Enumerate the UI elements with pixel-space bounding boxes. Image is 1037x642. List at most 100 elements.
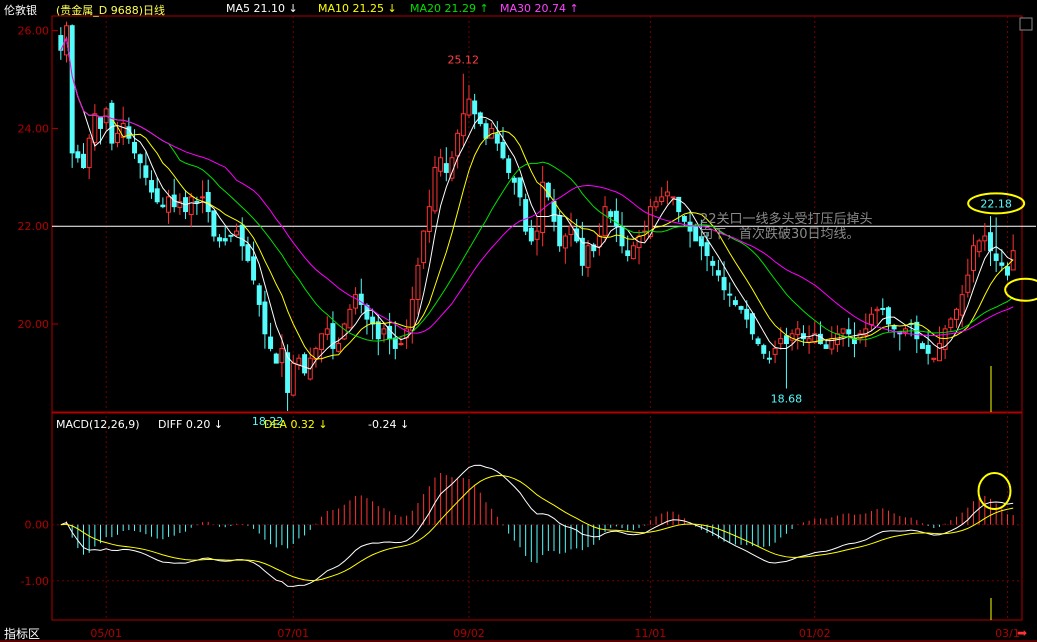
candle-body [506, 158, 512, 173]
candle-body [228, 234, 234, 237]
candle-body [69, 25, 75, 154]
indicator-area-label[interactable]: 指标区 [4, 625, 40, 642]
macd-value: -0.24 ↓ [368, 418, 410, 431]
candle-body [262, 301, 268, 335]
candle-body [528, 227, 534, 242]
candle-body [602, 206, 608, 237]
candle-body [149, 180, 155, 193]
candle-body [455, 132, 461, 157]
panel-toggle-icon [1019, 17, 1033, 31]
candle-body [217, 237, 223, 242]
x-tick-label: 01/02 [799, 627, 831, 640]
candle-body [132, 141, 138, 154]
candle-body [953, 308, 959, 320]
candle-body [426, 206, 432, 233]
candle-body [670, 196, 676, 199]
macd-tick-label: 0.00 [25, 519, 50, 532]
macd-histogram-group [66, 473, 1014, 563]
candle-body [948, 318, 954, 329]
candle-body [880, 307, 886, 310]
price-annotation: 18.68 [771, 393, 803, 406]
candle-body [415, 264, 421, 301]
candle-body [336, 343, 342, 352]
candle-body [188, 196, 194, 215]
annotation-line-1: 22关口一线多头受打压后掉头 [700, 212, 873, 227]
macd-tick-label: -1.00 [21, 575, 49, 588]
candle-body [761, 345, 767, 354]
candle-body [982, 235, 988, 242]
candle-body [534, 230, 540, 240]
candle-body [885, 307, 891, 325]
candle-body [239, 224, 245, 247]
candle-body [466, 98, 472, 116]
candle-body [800, 333, 806, 340]
candle-body [795, 328, 801, 336]
candle-body [392, 337, 398, 349]
candle-body [92, 113, 98, 143]
candle-body [744, 308, 750, 320]
candle-body [409, 299, 415, 331]
candle-body [421, 230, 427, 264]
macd-panel-frame [51, 412, 1023, 621]
scroll-right-icon[interactable]: ➡ [1017, 626, 1027, 640]
candle-body [755, 338, 761, 345]
candle-body [596, 235, 602, 248]
candle-body [443, 163, 449, 173]
candle-body [846, 329, 852, 335]
candle-body [931, 357, 937, 360]
candle-body [681, 215, 687, 222]
candle-body [988, 232, 993, 252]
candle-body [965, 274, 971, 293]
candle-body [500, 141, 506, 159]
candle-body [919, 343, 925, 349]
candle-body [438, 157, 444, 172]
candle-body [772, 347, 778, 355]
candle-body [75, 151, 81, 159]
price-annotation: 22.18 [980, 197, 1012, 210]
candle-body [959, 294, 965, 316]
candle-body [279, 347, 285, 364]
candle-body [806, 338, 812, 343]
stock-chart-window: 26.00 24.00 22.00 20.00 0.00 -1.00 05/01 07/01 0… [0, 0, 1037, 642]
candle-body [194, 200, 200, 203]
candle-body [432, 167, 438, 212]
candle-body [86, 137, 92, 169]
x-tick-label: 11/01 [635, 627, 667, 640]
highlight-circle-break [1004, 277, 1037, 302]
candle-body [936, 343, 942, 362]
candle-body [840, 328, 846, 334]
candle-body [710, 260, 716, 266]
candle-body [625, 250, 631, 257]
candle-body [256, 285, 262, 305]
x-tick-label: 09/02 [453, 627, 485, 640]
price-tick-label: 22.00 [18, 220, 50, 233]
highlight-circle-macd [977, 472, 1012, 511]
candle-body [925, 344, 931, 354]
ma30-line [60, 36, 1014, 337]
candle-body [693, 226, 699, 242]
candle-body [251, 256, 257, 281]
candle-body [109, 102, 115, 144]
candle-body [562, 235, 568, 249]
price-tick-label: 20.00 [18, 318, 50, 331]
candle-body [296, 357, 302, 366]
candle-body [783, 335, 789, 345]
candle-body [347, 308, 353, 329]
annotation-line-2: 向下，首次跌破30日均线。 [700, 227, 860, 242]
candle-body [160, 204, 166, 208]
macd-label: MACD(12,26,9) [56, 418, 140, 431]
candle-body [290, 362, 296, 396]
x-tick-label: 05/01 [90, 627, 122, 640]
candle-body [472, 100, 478, 115]
candle-body [687, 221, 693, 232]
candle-body [494, 133, 500, 144]
candle-body [324, 328, 330, 335]
ma10-legend: MA10 21.25 ↓ [318, 2, 397, 15]
ma20-line [60, 36, 1014, 342]
candle-body [483, 123, 489, 139]
candle-body [721, 277, 727, 291]
candle-body [659, 196, 665, 203]
candle-body [222, 238, 228, 242]
chart-canvas[interactable]: 26.00 24.00 22.00 20.00 0.00 -1.00 05/01 07/01 0… [0, 0, 1037, 642]
candle-body [381, 328, 387, 335]
